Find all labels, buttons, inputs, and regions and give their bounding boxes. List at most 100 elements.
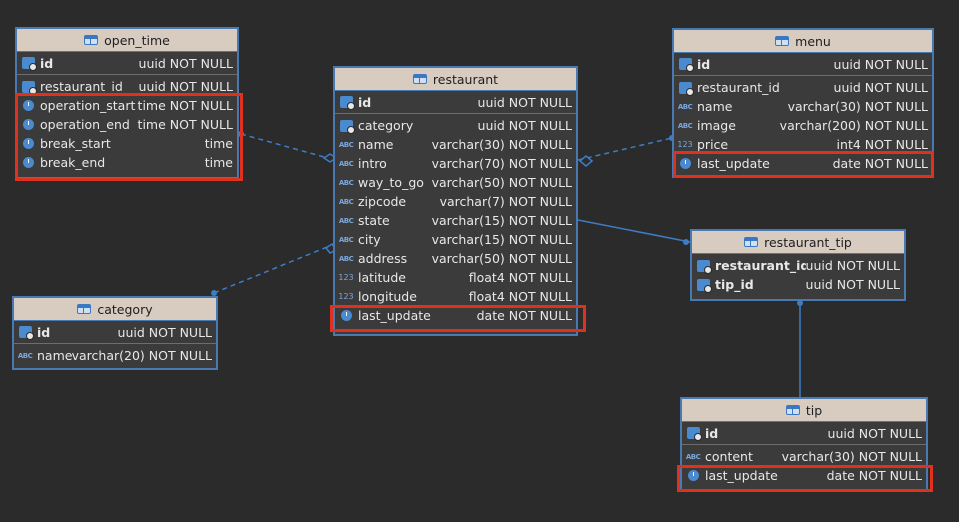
column-row[interactable]: ABC name varchar(30) NOT NULL [674,97,932,116]
column-type: uuid NOT NULL [805,258,900,273]
table-icon [744,237,759,247]
pk-row[interactable]: id uuid NOT NULL [335,91,576,114]
table-title: category [97,301,153,317]
column-row[interactable]: category uuid NOT NULL [335,116,576,135]
column-type: uuid NOT NULL [138,55,233,71]
table-header[interactable]: tip [682,399,926,422]
column-row[interactable]: break_start time [17,134,237,153]
column-row[interactable]: ABC address varchar(50) NOT NULL [335,249,576,268]
column-type: uuid NOT NULL [827,425,922,441]
table-header[interactable]: open_time [17,29,237,52]
column-type: varchar(7) NOT NULL [439,194,572,209]
column-row[interactable]: ABC city varchar(15) NOT NULL [335,230,576,249]
key-icon [339,119,355,134]
column-name: name [697,99,733,114]
column-name: zipcode [358,194,407,209]
column-row[interactable]: ABC name varchar(20) NOT NULL [14,346,216,365]
column-row[interactable]: last_update date NOT NULL [335,306,576,325]
column-row[interactable]: operation_start time NOT NULL [17,96,237,115]
column-name: restaurant_id [40,79,123,94]
column-type: varchar(30) NOT NULL [787,99,928,114]
column-type: float4 NOT NULL [468,270,572,285]
column-name: id [358,94,372,110]
clock-icon [21,157,35,168]
column-name: price [697,137,729,152]
column-type: time NOT NULL [137,98,233,113]
key-icon [21,80,37,95]
clock-icon [21,138,35,149]
column-row[interactable]: ABC intro varchar(70) NOT NULL [335,154,576,173]
key-icon [21,57,37,71]
rel-open-time-restaurant [240,133,336,161]
column-type: varchar(20) NOT NULL [71,348,212,363]
pk-row[interactable]: id uuid NOT NULL [14,321,216,344]
table-restaurant-tip[interactable]: restaurant_tip restaurant_id uuid NOT NUL… [690,229,906,301]
table-open-time[interactable]: open_time id uuid NOT NULL restaurant_id u… [15,27,239,179]
abc-icon: ABC [338,197,354,206]
column-list: restaurant_id uuid NOT NULL ABC name varchar… [674,76,932,173]
column-row[interactable]: tip_id uuid NOT NULL [692,275,904,294]
table-restaurant[interactable]: restaurant id uuid NOT NULL category uuid … [333,66,578,336]
abc-icon: ABC [338,216,354,225]
table-menu[interactable]: menu id uuid NOT NULL restaurant_id uuid N… [672,28,934,178]
column-name: category [358,118,414,133]
column-row[interactable]: ABC way_to_go varchar(50) NOT NULL [335,173,576,192]
column-name: longitude [358,289,417,304]
abc-icon: ABC [677,102,693,111]
column-row[interactable]: ABC zipcode varchar(7) NOT NULL [335,192,576,211]
table-tip[interactable]: tip id uuid NOT NULL ABC content varchar(30… [680,397,928,492]
abc-icon: ABC [677,121,693,130]
pk-row[interactable]: id uuid NOT NULL [674,53,932,76]
key-icon [339,96,355,110]
rel-restaurant-tip-link [577,219,691,243]
table-title: menu [795,33,831,49]
pk-row[interactable]: id uuid NOT NULL [682,422,926,445]
column-row[interactable]: last_update date NOT NULL [674,154,932,173]
column-name: city [358,232,381,247]
column-type: date NOT NULL [476,308,572,323]
table-header[interactable]: menu [674,30,932,53]
column-row[interactable]: 123 price int4 NOT NULL [674,135,932,154]
clock-icon [21,119,35,130]
column-row[interactable]: ABC image varchar(200) NOT NULL [674,116,932,135]
column-row[interactable]: 123 longitude float4 NOT NULL [335,287,576,306]
column-row[interactable]: ABC state varchar(15) NOT NULL [335,211,576,230]
column-row[interactable]: ABC content varchar(30) NOT NULL [682,447,926,466]
clock-icon [686,470,700,481]
table-icon [785,405,800,415]
column-type: varchar(15) NOT NULL [431,213,572,228]
column-name: break_start [40,136,111,151]
table-header[interactable]: category [14,298,216,321]
table-header[interactable]: restaurant [335,68,576,91]
key-icon [678,58,694,72]
table-header[interactable]: restaurant_tip [692,231,904,254]
column-type: time NOT NULL [137,117,233,132]
key-icon [696,278,712,293]
column-name: id [697,56,711,72]
rel-category-restaurant [213,244,333,294]
column-name: id [37,324,51,340]
table-icon [77,304,92,314]
column-row[interactable]: 123 latitude float4 NOT NULL [335,268,576,287]
column-row[interactable]: operation_end time NOT NULL [17,115,237,134]
table-category[interactable]: category id uuid NOT NULL ABC name varchar(… [12,296,218,370]
abc-icon: ABC [338,159,354,168]
column-name: restaurant_id [697,80,780,95]
table-title: restaurant [432,71,499,87]
column-row[interactable]: restaurant_id uuid NOT NULL [17,77,237,96]
pk-row[interactable]: id uuid NOT NULL [17,52,237,75]
column-row[interactable]: break_end time [17,153,237,172]
column-type: date NOT NULL [832,156,928,171]
table-title: open_time [104,32,170,48]
key-icon [696,259,712,274]
column-row[interactable]: restaurant_id uuid NOT NULL [674,78,932,97]
table-icon [775,36,790,46]
column-row[interactable]: last_update date NOT NULL [682,466,926,485]
column-row[interactable]: ABC name varchar(30) NOT NULL [335,135,576,154]
key-icon [678,81,694,96]
column-name: intro [358,156,387,171]
column-name: last_update [705,468,778,483]
column-type: uuid NOT NULL [833,80,928,95]
column-row[interactable]: restaurant_id uuid NOT NULL [692,256,904,275]
column-name: break_end [40,155,106,170]
